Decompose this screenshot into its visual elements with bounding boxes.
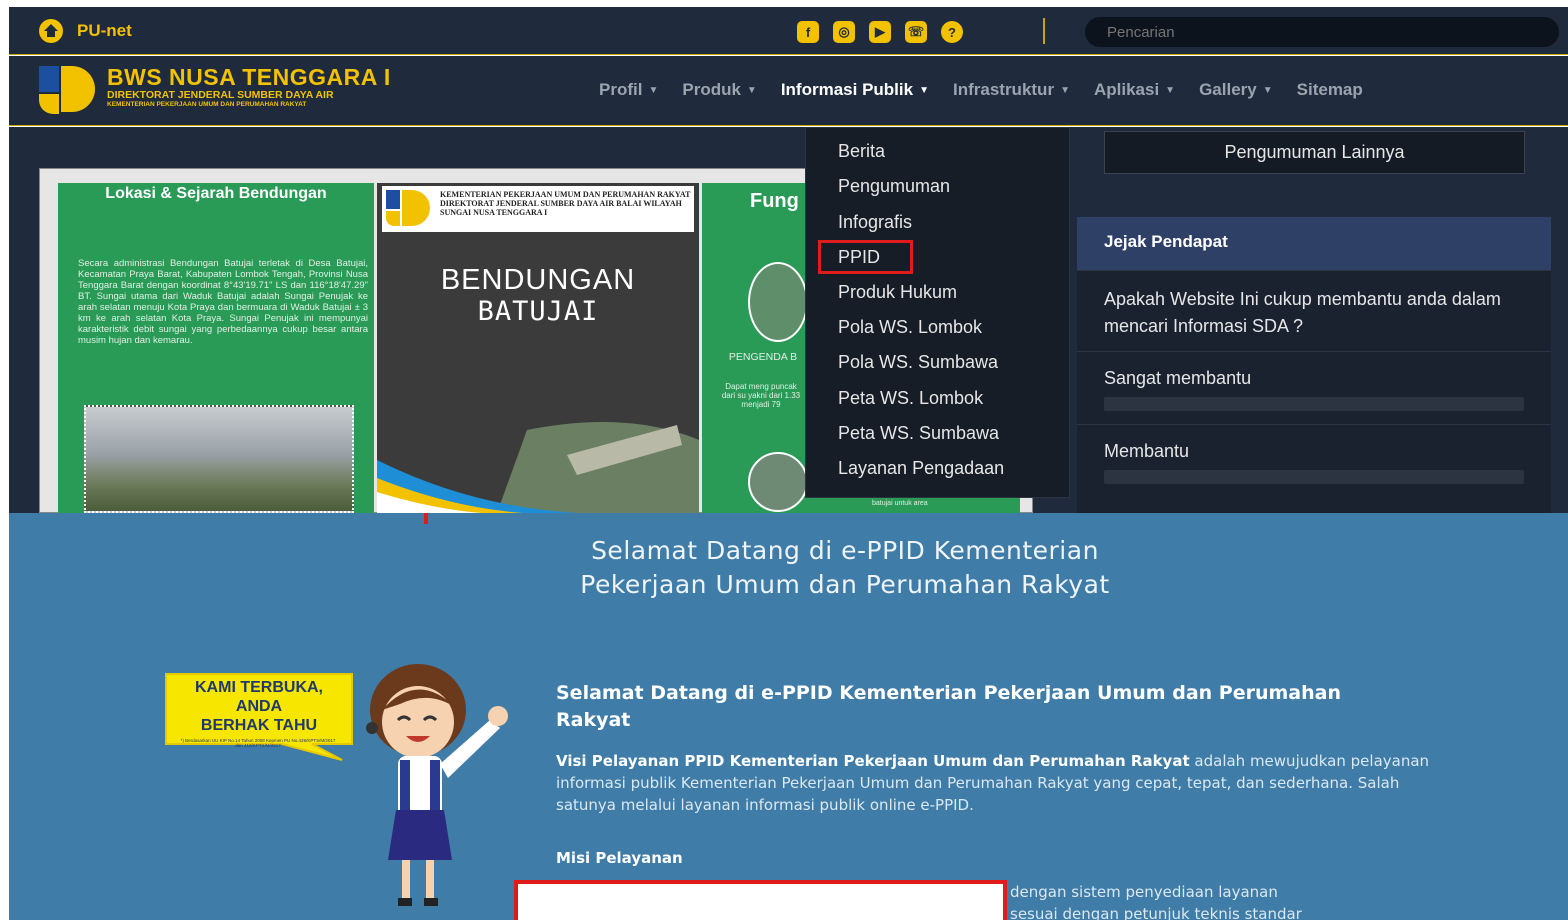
poster-right-text: PENGENDA B bbox=[728, 351, 798, 363]
dam-illustration bbox=[377, 400, 699, 513]
poll-option-membantu[interactable]: Membantu bbox=[1077, 424, 1551, 513]
caret-down-icon: ▼ bbox=[1262, 85, 1273, 96]
top-bar: PU-net f ◎ ▶ ☏ ? bbox=[9, 7, 1568, 55]
eppid-welcome-title: Selamat Datang di e-PPID Kementerian Pek… bbox=[300, 534, 1390, 602]
nav-gallery[interactable]: Gallery ▼ bbox=[1199, 80, 1273, 100]
caret-down-icon: ▼ bbox=[648, 85, 659, 96]
main-navbar: BWS NUSA TENGGARA I DIREKTORAT JENDERAL … bbox=[9, 56, 1568, 126]
poll-option-label: Sangat membantu bbox=[1104, 368, 1252, 388]
home-icon bbox=[39, 19, 63, 43]
badge-line3: BERHAK TAHU bbox=[200, 717, 318, 734]
nav-produk[interactable]: Produk ▼ bbox=[682, 80, 756, 100]
visi-label: Visi Pelayanan PPID Kementerian Pekerjaa… bbox=[556, 752, 1190, 770]
nav-sitemap[interactable]: Sitemap bbox=[1297, 80, 1363, 100]
welcome-title-line2: Pekerjaan Umum dan Perumahan Rakyat bbox=[580, 570, 1110, 599]
logo-ministry: KEMENTERIAN PEKERJAAN UMUM DAN PERUMAHAN… bbox=[107, 101, 307, 108]
caret-down-icon: ▼ bbox=[1165, 85, 1176, 96]
welcome-title-line1: Selamat Datang di e-PPID Kementerian bbox=[591, 536, 1099, 565]
informasi-publik-dropdown: Berita Pengumuman Infografis PPID Produk… bbox=[805, 127, 1070, 498]
caret-down-icon: ▼ bbox=[746, 85, 757, 96]
menu-item-peta-ws-sumbawa[interactable]: Peta WS. Sumbawa bbox=[838, 423, 999, 444]
annotation-marker bbox=[424, 513, 428, 524]
menu-item-produk-hukum[interactable]: Produk Hukum bbox=[838, 282, 957, 303]
poster-left-text: Secara administrasi Bendungan Batujai te… bbox=[78, 258, 368, 346]
site-logo[interactable]: BWS NUSA TENGGARA I DIREKTORAT JENDERAL … bbox=[39, 66, 391, 114]
phone-icon[interactable]: ☏ bbox=[905, 21, 927, 43]
menu-item-infografis[interactable]: Infografis bbox=[838, 212, 912, 233]
nav-menu: Profil ▼ Produk ▼ Informasi Publik ▼ Infras… bbox=[599, 80, 1363, 100]
poster-right-title: Fung bbox=[750, 190, 799, 212]
mascot-illustration bbox=[366, 664, 508, 906]
poll-progress-bar bbox=[1104, 470, 1524, 484]
search-input[interactable] bbox=[1085, 17, 1559, 47]
speech-bubble-text: KAMI TERBUKA, ANDA BERHAK TAHU bbox=[166, 678, 352, 735]
nav-infrastruktur[interactable]: Infrastruktur ▼ bbox=[953, 80, 1070, 100]
poster-right-small: batujai untuk area bbox=[872, 500, 928, 507]
poster-left-title: Lokasi & Sejarah Bendungan bbox=[105, 185, 327, 202]
brand-label: PU-net bbox=[77, 21, 132, 40]
poster-title-line2: BATUJAI bbox=[477, 296, 599, 327]
logo-text: BWS NUSA TENGGARA I DIREKTORAT JENDERAL … bbox=[107, 66, 391, 114]
caret-down-icon: ▼ bbox=[919, 85, 929, 96]
help-icon[interactable]: ? bbox=[941, 21, 963, 43]
reservoir-photo bbox=[84, 405, 354, 513]
misi-heading: Misi Pelayanan bbox=[556, 849, 683, 867]
poll-option-sangat-membantu[interactable]: Sangat membantu bbox=[1077, 351, 1551, 424]
poll-option-label: Membantu bbox=[1104, 441, 1190, 461]
poster-center-title: BENDUNGAN BATUJAI bbox=[377, 264, 699, 328]
youtube-icon[interactable]: ▶ bbox=[869, 21, 891, 43]
visi-paragraph: Visi Pelayanan PPID Kementerian Pekerjaa… bbox=[556, 750, 1436, 816]
menu-item-pola-ws-sumbawa[interactable]: Pola WS. Sumbawa bbox=[838, 352, 998, 373]
logo-subtitle: DIREKTORAT JENDERAL SUMBER DAYA AIR bbox=[107, 89, 334, 101]
nav-aplikasi[interactable]: Aplikasi ▼ bbox=[1094, 80, 1175, 100]
poster-title-line1: BENDUNGAN bbox=[440, 264, 636, 296]
badge-line1: KAMI TERBUKA, bbox=[195, 679, 323, 696]
logo-title: BWS NUSA TENGGARA I bbox=[107, 64, 391, 90]
menu-item-pengumuman[interactable]: Pengumuman bbox=[838, 176, 950, 197]
poll-question: Apakah Website Ini cukup membantu anda d… bbox=[1077, 270, 1551, 351]
menu-item-layanan-pengadaan[interactable]: Layanan Pengadaan bbox=[838, 458, 1004, 479]
poster-header-text: KEMENTERIAN PEKERJAAN UMUM DAN PERUMAHAN… bbox=[440, 190, 691, 217]
poll-title: Jejak Pendapat bbox=[1077, 217, 1551, 270]
poll-progress-bar bbox=[1104, 397, 1524, 411]
poster-right-text2: Dapat meng puncak dari su yakni dari 1.3… bbox=[721, 382, 801, 409]
speech-bubble-footnote: *) Berdasarkan UU KIP No.14 Tahun 2008 K… bbox=[180, 738, 336, 748]
menu-item-berita[interactable]: Berita bbox=[838, 141, 885, 162]
pu-logo-icon bbox=[386, 190, 430, 226]
canal-photo bbox=[748, 452, 808, 512]
facebook-icon[interactable]: f bbox=[797, 21, 819, 43]
pengumuman-lainnya-button[interactable]: Pengumuman Lainnya bbox=[1104, 131, 1525, 174]
menu-item-pola-ws-lombok[interactable]: Pola WS. Lombok bbox=[838, 317, 982, 338]
social-links: f ◎ ▶ ☏ ? bbox=[797, 21, 963, 43]
badge-line2: ANDA bbox=[235, 698, 283, 715]
misi-line1: dengan sistem penyediaan layanan bbox=[1010, 883, 1278, 901]
misi-line2: sesuai dengan petunjuk teknis standar bbox=[1010, 905, 1302, 920]
pu-logo-icon bbox=[39, 66, 97, 114]
eppid-content-heading: Selamat Datang di e-PPID Kementerian Pek… bbox=[556, 682, 1341, 731]
ppid-highlight-box bbox=[818, 240, 913, 274]
divider bbox=[1043, 18, 1045, 44]
caret-down-icon: ▼ bbox=[1060, 85, 1070, 96]
menu-item-peta-ws-lombok[interactable]: Peta WS. Lombok bbox=[838, 388, 983, 409]
home-link[interactable]: PU-net bbox=[39, 19, 132, 43]
nav-informasi-publik[interactable]: Informasi Publik ▼ bbox=[781, 80, 929, 100]
spillway-photo bbox=[748, 262, 808, 342]
misi-text: dengan sistem penyediaan layanan sesuai … bbox=[1010, 881, 1430, 920]
instagram-icon[interactable]: ◎ bbox=[833, 21, 855, 43]
redaction-box bbox=[514, 880, 1007, 920]
nav-profil[interactable]: Profil ▼ bbox=[599, 80, 658, 100]
